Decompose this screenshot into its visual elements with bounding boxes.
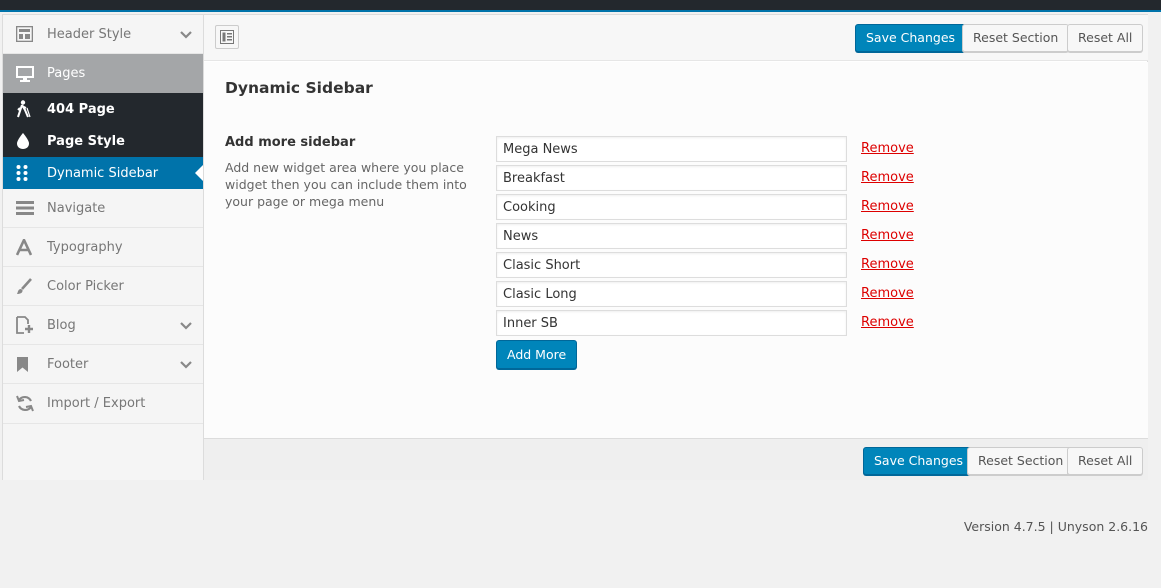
list-item: Remove <box>496 136 926 165</box>
option-description: Add new widget area where you place widg… <box>225 160 467 209</box>
remove-link[interactable]: Remove <box>861 228 914 243</box>
bookmark-icon <box>3 356 47 373</box>
brush-icon <box>3 277 47 295</box>
reset-section-button[interactable]: Reset Section <box>962 24 1070 52</box>
options-sidebar: Header Style Pages 404 Page Page Style D… <box>3 15 204 480</box>
sidebar-item-label: 404 Page <box>47 101 115 117</box>
sidebar-list: Remove Remove Remove Remove Remove <box>496 136 926 369</box>
admin-top-bar <box>0 0 1161 12</box>
sidebar-item-label: Dynamic Sidebar <box>47 165 159 181</box>
walker-icon <box>3 100 47 118</box>
sidebar-item-label: Navigate <box>47 200 106 216</box>
sidebar-item-label: Typography <box>47 239 123 255</box>
monitor-icon <box>3 65 47 82</box>
chevron-down-icon <box>180 359 192 374</box>
remove-link[interactable]: Remove <box>861 141 914 156</box>
chevron-down-icon <box>180 320 192 335</box>
remove-link[interactable]: Remove <box>861 315 914 330</box>
remove-link[interactable]: Remove <box>861 257 914 272</box>
save-changes-button[interactable]: Save Changes <box>863 447 975 475</box>
list-item: Remove <box>496 252 926 281</box>
bottom-toolbar: Save Changes Reset Section Reset All <box>204 438 1148 480</box>
sidebar-item-pages[interactable]: Pages <box>3 54 203 93</box>
save-changes-button[interactable]: Save Changes <box>855 24 967 52</box>
page-plus-icon <box>3 316 47 334</box>
menu-bars-icon <box>3 201 47 215</box>
sidebar-item-label: Footer <box>47 356 89 372</box>
reset-section-button[interactable]: Reset Section <box>967 447 1075 475</box>
sidebar-item-dynamic-sidebar[interactable]: Dynamic Sidebar <box>3 157 203 189</box>
sidebar-item-import-export[interactable]: Import / Export <box>3 384 203 424</box>
sidebar-item-label: Header Style <box>47 26 132 42</box>
section-content: Dynamic Sidebar Add more sidebar Add new… <box>204 62 1148 438</box>
option-label: Add more sidebar <box>225 135 356 150</box>
options-panel: Header Style Pages 404 Page Page Style D… <box>2 14 1148 480</box>
sidebar-item-label: Blog <box>47 317 76 333</box>
top-toolbar: Save Changes Reset Section Reset All <box>204 15 1148 61</box>
refresh-icon <box>3 395 47 412</box>
layout-toggle-icon[interactable] <box>215 25 239 49</box>
list-item: Remove <box>496 165 926 194</box>
drop-icon <box>3 132 47 150</box>
sidebar-item-label: Pages <box>47 66 86 81</box>
list-item: Remove <box>496 194 926 223</box>
reset-all-button[interactable]: Reset All <box>1067 447 1144 475</box>
remove-link[interactable]: Remove <box>861 286 914 301</box>
sidebar-item-label: Color Picker <box>47 278 124 294</box>
options-main: Save Changes Reset Section Reset All Dyn… <box>204 15 1148 480</box>
dots-grid-icon <box>3 164 47 182</box>
reset-all-button[interactable]: Reset All <box>1067 24 1144 52</box>
sidebar-item-footer[interactable]: Footer <box>3 345 203 384</box>
version-text: Version 4.7.5 | Unyson 2.6.16 <box>963 519 1148 534</box>
sidebar-item-404-page[interactable]: 404 Page <box>3 93 203 125</box>
remove-link[interactable]: Remove <box>861 199 914 214</box>
letter-a-icon <box>3 238 47 256</box>
layout-icon <box>3 26 47 42</box>
list-item: Remove <box>496 281 926 310</box>
list-item: Remove <box>496 223 926 252</box>
sidebar-item-color-picker[interactable]: Color Picker <box>3 267 203 306</box>
sidebar-item-typography[interactable]: Typography <box>3 228 203 267</box>
sidebar-name-input[interactable] <box>496 281 847 307</box>
sidebar-item-header-style[interactable]: Header Style <box>3 15 203 54</box>
remove-link[interactable]: Remove <box>861 170 914 185</box>
section-title: Dynamic Sidebar <box>225 79 373 97</box>
sidebar-name-input[interactable] <box>496 136 847 162</box>
sidebar-item-label: Import / Export <box>47 396 146 411</box>
sidebar-item-label: Page Style <box>47 133 125 149</box>
sidebar-item-blog[interactable]: Blog <box>3 306 203 345</box>
sidebar-item-navigate[interactable]: Navigate <box>3 189 203 228</box>
add-more-button[interactable]: Add More <box>496 340 578 369</box>
sidebar-name-input[interactable] <box>496 165 847 191</box>
list-item: Remove <box>496 310 926 339</box>
sidebar-name-input[interactable] <box>496 194 847 220</box>
sidebar-item-page-style[interactable]: Page Style <box>3 125 203 157</box>
sidebar-name-input[interactable] <box>496 223 847 249</box>
sidebar-name-input[interactable] <box>496 310 847 336</box>
chevron-down-icon <box>180 29 192 44</box>
sidebar-name-input[interactable] <box>496 252 847 278</box>
